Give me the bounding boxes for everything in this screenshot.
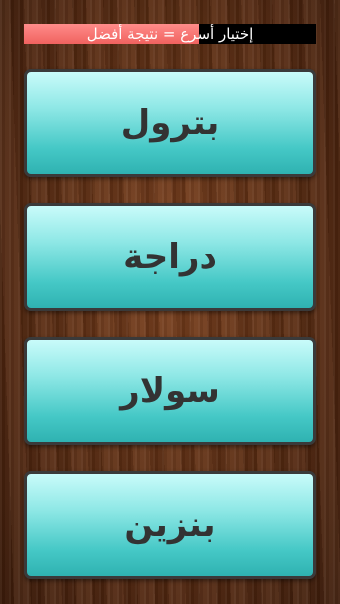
answer-label-4: بنزين xyxy=(124,505,216,545)
answer-button-2[interactable]: دراجة xyxy=(24,203,316,311)
timer-hint-text: إختيار أسرع = نتيجة أفضل xyxy=(86,25,254,43)
answer-label-3: سولار xyxy=(120,371,220,411)
quiz-screen: إختيار أسرع = نتيجة أفضل بترول دراجة سول… xyxy=(0,0,340,604)
answer-button-1[interactable]: بترول xyxy=(24,69,316,177)
answer-button-4[interactable]: بنزين xyxy=(24,471,316,579)
answer-label-2: دراجة xyxy=(123,237,217,277)
answer-label-1: بترول xyxy=(120,103,220,143)
answer-button-3[interactable]: سولار xyxy=(24,337,316,445)
timer-progress-bar: إختيار أسرع = نتيجة أفضل xyxy=(24,24,316,44)
